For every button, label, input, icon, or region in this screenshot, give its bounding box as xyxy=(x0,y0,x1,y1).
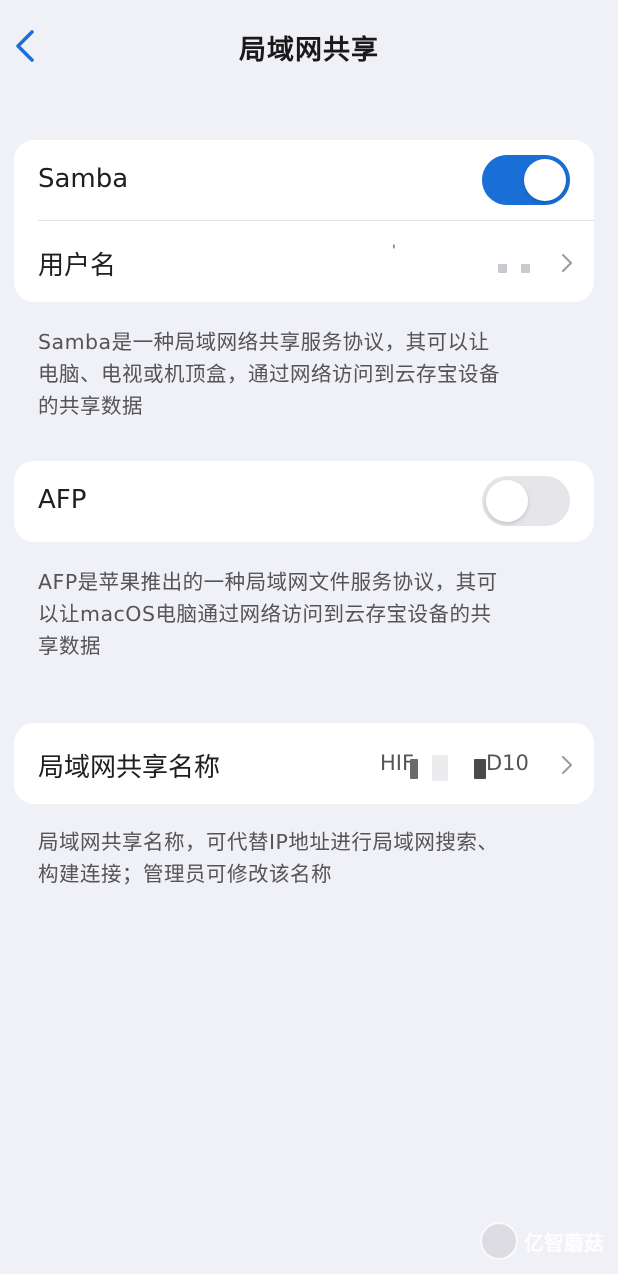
share-name-value-prefix: HIF xyxy=(380,751,415,775)
afp-desc-line: 以让macOS电脑通过网络访问到云存宝设备的共 xyxy=(38,602,492,626)
share-name-row[interactable]: 局域网共享名称 HIF D10 xyxy=(14,723,594,804)
toggle-knob xyxy=(524,159,566,201)
username-value: ' xyxy=(392,243,396,259)
watermark-logo-icon xyxy=(480,1222,518,1260)
toggle-knob xyxy=(486,480,528,522)
samba-label: Samba xyxy=(38,164,129,194)
afp-desc-line: AFP是苹果推出的一种局域网文件服务协议，其可 xyxy=(38,570,498,594)
redacted-block xyxy=(410,759,418,779)
redacted-block xyxy=(474,759,486,779)
samba-description: Samba是一种局域网络共享服务协议，其可以让 电脑、电视或机顶盒，通过网络访问… xyxy=(38,326,578,422)
page-title: 局域网共享 xyxy=(239,35,379,66)
username-row[interactable]: 用户名 ' xyxy=(14,221,594,302)
samba-toggle[interactable] xyxy=(482,155,570,205)
nav-bar: 局域网共享 xyxy=(0,0,618,92)
samba-card: Samba 用户名 ' xyxy=(14,140,594,302)
redacted-block xyxy=(498,264,507,273)
afp-label: AFP xyxy=(38,485,87,515)
samba-desc-line: Samba是一种局域网络共享服务协议，其可以让 xyxy=(38,330,490,354)
samba-row: Samba xyxy=(14,140,594,221)
afp-description: AFP是苹果推出的一种局域网文件服务协议，其可 以让macOS电脑通过网络访问到… xyxy=(38,566,578,662)
redacted-block xyxy=(432,755,448,781)
share-name-label: 局域网共享名称 xyxy=(38,753,221,783)
share-name-value-suffix: D10 xyxy=(486,751,529,775)
share-name-card: 局域网共享名称 HIF D10 xyxy=(14,723,594,804)
samba-desc-line: 电脑、电视或机顶盒，通过网络访问到云存宝设备 xyxy=(38,362,500,386)
share-name-description: 局域网共享名称，可代替IP地址进行局域网搜索、 构建连接；管理员可修改该名称 xyxy=(38,826,578,890)
afp-desc-line: 享数据 xyxy=(38,634,101,658)
afp-toggle[interactable] xyxy=(482,476,570,526)
redacted-block xyxy=(521,264,530,273)
watermark-text: 亿智蘑菇 xyxy=(524,1230,604,1255)
username-label: 用户名 xyxy=(38,251,117,281)
afp-row: AFP xyxy=(14,461,594,542)
share-name-desc-line: 局域网共享名称，可代替IP地址进行局域网搜索、 xyxy=(38,830,499,854)
share-name-desc-line: 构建连接；管理员可修改该名称 xyxy=(38,862,332,886)
chevron-right-icon xyxy=(560,754,574,776)
chevron-right-icon xyxy=(560,252,574,274)
watermark: 亿智蘑菇 xyxy=(480,1222,604,1260)
afp-card: AFP xyxy=(14,461,594,542)
samba-desc-line: 的共享数据 xyxy=(38,394,143,418)
